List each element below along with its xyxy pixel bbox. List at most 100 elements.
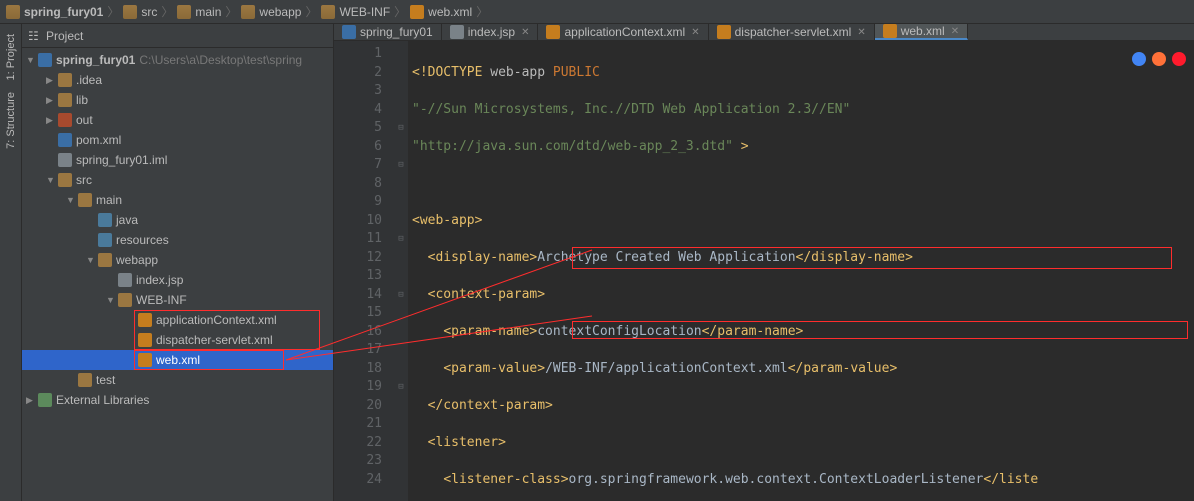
close-icon[interactable]: ✕ [521,27,529,38]
folder-excluded-icon [58,113,72,127]
module-icon [342,25,356,39]
tree-path-hint: C:\Users\a\Desktop\test\spring [139,53,302,67]
folder-icon [118,293,132,307]
folder-icon [58,73,72,87]
jsp-file-icon [450,25,464,39]
tree-item-idea[interactable]: ▶ .idea [22,70,333,90]
close-icon[interactable]: ✕ [951,26,959,37]
tree-item-dispsrv[interactable]: dispatcher-servlet.xml [22,330,333,350]
breadcrumb-item-root[interactable]: spring_fury01 [4,5,105,19]
breadcrumb-item-webapp[interactable]: webapp [239,5,303,19]
editor-tab-label: index.jsp [468,25,515,39]
xml-file-icon [410,5,424,19]
chevron-down-icon: ▼ [46,175,56,185]
project-header[interactable]: ☷ Project [22,24,333,48]
tree-label: External Libraries [56,393,149,407]
breadcrumb-label: webapp [259,5,301,19]
folder-icon [241,5,255,19]
tree-item-extlib[interactable]: ▶ External Libraries [22,390,333,410]
tree-item-appctx[interactable]: applicationContext.xml [22,310,333,330]
tree-label: out [76,113,93,127]
tree-item-main[interactable]: ▼main [22,190,333,210]
resource-folder-icon [98,233,112,247]
tree-label: index.jsp [136,273,183,287]
editor-tabs: spring_fury01 index.jsp ✕ applicationCont… [334,24,1194,41]
project-header-label: Project [46,29,83,43]
close-icon[interactable]: ✕ [857,27,865,38]
jsp-file-icon [118,273,132,287]
tree-label: spring_fury01 [56,53,135,67]
editor-tab-indexjsp[interactable]: index.jsp ✕ [442,24,539,40]
tree-item-java[interactable]: java [22,210,333,230]
xml-file-icon [546,25,560,39]
tree-item-src[interactable]: ▼ src [22,170,333,190]
tree-label: .idea [76,73,102,87]
folder-icon [123,5,137,19]
module-icon [6,5,20,19]
project-tree[interactable]: ▼ spring_fury01 C:\Users\a\Desktop\test\sp… [22,48,333,501]
xml-file-icon [883,24,897,38]
editor-tab-label: applicationContext.xml [564,25,685,39]
code-area[interactable]: <!DOCTYPE web-app PUBLIC "-//Sun Microsy… [408,41,1194,501]
chevron-down-icon: ▼ [26,55,36,65]
tree-label: web.xml [156,353,200,367]
editor-tab-webxml[interactable]: web.xml ✕ [875,24,968,40]
editor-tab-dispsrv[interactable]: dispatcher-servlet.xml ✕ [709,24,875,40]
breadcrumb-item-main[interactable]: main [175,5,223,19]
chevron-right-icon: 〉 [225,3,237,20]
maven-icon [58,133,72,147]
editor-tab-label: web.xml [901,24,945,38]
chevron-right-icon: ▶ [26,395,36,406]
editor-tab-label: dispatcher-servlet.xml [735,25,852,39]
file-icon [58,153,72,167]
tab-project[interactable]: 1: Project [3,28,19,86]
breadcrumb-label: main [195,5,221,19]
folder-icon [177,5,191,19]
editor-body[interactable]: 123456789101112131415161718192021222324 … [334,41,1194,501]
tree-label: src [76,173,92,187]
tree-item-test[interactable]: test [22,370,333,390]
tree-label: spring_fury01.iml [76,153,167,167]
folder-icon [321,5,335,19]
tree-item-webxml[interactable]: web.xml [22,350,333,370]
tree-label: WEB-INF [136,293,187,307]
tree-item-iml[interactable]: spring_fury01.iml [22,150,333,170]
source-folder-icon [98,213,112,227]
editor-tab-appctx[interactable]: applicationContext.xml ✕ [538,24,708,40]
tree-item-indexjsp[interactable]: index.jsp [22,270,333,290]
chevron-right-icon: ▶ [46,115,56,126]
chevron-right-icon: 〉 [476,3,488,20]
breadcrumb-item-src[interactable]: src [121,5,159,19]
editor-tab-module[interactable]: spring_fury01 [334,24,442,40]
breadcrumb-label: WEB-INF [339,5,390,19]
chevron-down-icon: ▼ [86,255,96,265]
tree-item-module-root[interactable]: ▼ spring_fury01 C:\Users\a\Desktop\test\sp… [22,50,333,70]
project-icon: ☷ [28,29,42,43]
chevron-right-icon: ▶ [46,75,56,86]
tree-label: main [96,193,122,207]
line-gutter: 123456789101112131415161718192021222324 [334,41,394,501]
tab-structure[interactable]: 7: Structure [3,86,19,155]
tree-label: lib [76,93,88,107]
module-icon [38,53,52,67]
close-icon[interactable]: ✕ [691,27,699,38]
breadcrumb-label: spring_fury01 [24,5,103,19]
folder-icon [58,93,72,107]
xml-file-icon [138,353,152,367]
xml-file-icon [138,333,152,347]
tree-label: dispatcher-servlet.xml [156,333,273,347]
tree-item-resources[interactable]: resources [22,230,333,250]
tree-label: java [116,213,138,227]
tree-item-out[interactable]: ▶ out [22,110,333,130]
tree-label: applicationContext.xml [156,313,277,327]
editor-tab-label: spring_fury01 [360,25,433,39]
tree-item-webapp[interactable]: ▼ webapp [22,250,333,270]
breadcrumb-item-file[interactable]: web.xml [408,5,474,19]
tree-label: webapp [116,253,158,267]
chevron-right-icon: 〉 [305,3,317,20]
breadcrumb-item-webinf[interactable]: WEB-INF [319,5,392,19]
tree-item-pom[interactable]: pom.xml [22,130,333,150]
tree-item-webinf[interactable]: ▼WEB-INF [22,290,333,310]
tree-item-lib[interactable]: ▶lib [22,90,333,110]
project-panel: ☷ Project ▼ spring_fury01 C:\Users\a\Deskt… [22,24,334,501]
